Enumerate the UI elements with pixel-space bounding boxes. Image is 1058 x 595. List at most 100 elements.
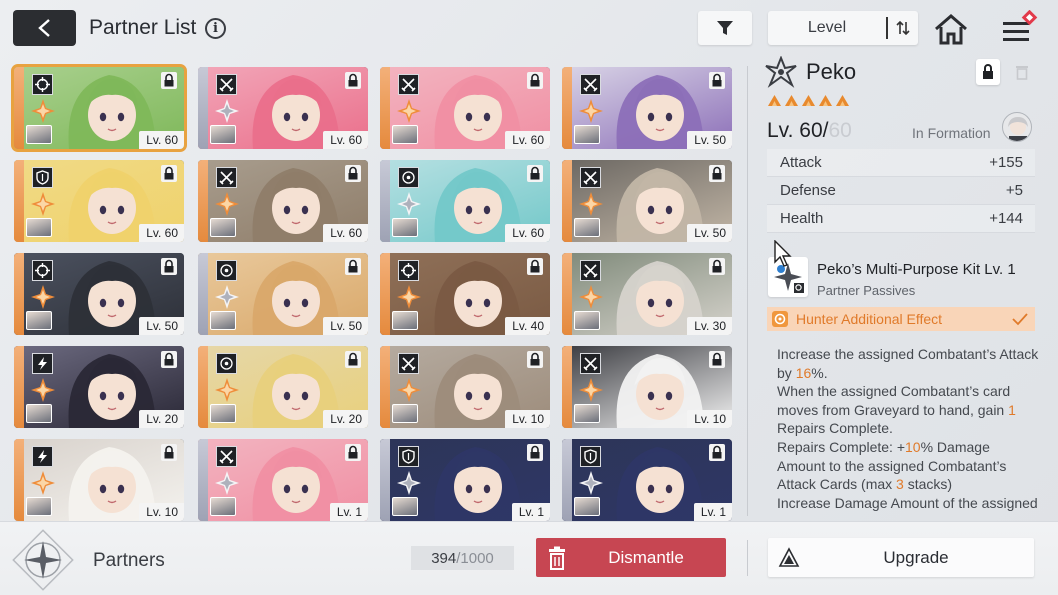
- rarity-strip: [562, 439, 572, 521]
- assigned-combatant-avatar: [210, 125, 236, 144]
- partner-card[interactable]: Lv. 60: [14, 160, 184, 242]
- partner-card[interactable]: Lv. 10: [562, 346, 732, 428]
- rank-star-icon: [30, 98, 56, 124]
- lock-icon[interactable]: [709, 258, 725, 275]
- lock-icon[interactable]: [345, 72, 361, 89]
- lock-icon[interactable]: [161, 165, 177, 182]
- partner-card[interactable]: Lv. 60: [198, 67, 368, 149]
- lock-icon[interactable]: [709, 165, 725, 182]
- rarity-strip: [380, 346, 390, 428]
- rarity-stars: [767, 94, 850, 107]
- sort-order-icon[interactable]: [886, 17, 918, 39]
- partner-level-badge: Lv. 50: [687, 224, 732, 242]
- rarity-strip: [14, 160, 24, 242]
- partner-level-badge: Lv. 10: [687, 410, 732, 428]
- hunter-effect-icon: [772, 311, 788, 327]
- partner-level-badge: Lv. 40: [505, 317, 550, 335]
- rarity-strip: [198, 67, 208, 149]
- rarity-star-icon: [835, 94, 850, 107]
- partner-card[interactable]: Lv. 50: [562, 67, 732, 149]
- passive-skill[interactable]: Peko’s Multi-Purpose Kit Lv. 1 Partner P…: [768, 254, 1036, 300]
- lock-icon[interactable]: [161, 258, 177, 275]
- partner-card[interactable]: Lv. 50: [14, 253, 184, 335]
- assigned-combatant-avatar: [26, 404, 52, 423]
- partner-card[interactable]: Lv. 60: [11, 64, 187, 152]
- dismantle-label: Dismantle: [608, 547, 684, 567]
- partner-card[interactable]: Lv. 40: [380, 253, 550, 335]
- info-icon[interactable]: i: [205, 18, 226, 39]
- partner-level: Lv. 60/60: [767, 119, 852, 143]
- rank-star-icon: [214, 377, 240, 403]
- partner-level-badge: Lv. 1: [693, 503, 732, 521]
- hunter-effect-bar[interactable]: Hunter Additional Effect: [767, 307, 1035, 331]
- swords-icon: [580, 167, 601, 188]
- assigned-combatant-avatar: [574, 218, 600, 237]
- lock-icon[interactable]: [345, 351, 361, 368]
- rank-star-icon: [578, 284, 604, 310]
- partner-name: Peko: [806, 59, 857, 84]
- lock-icon[interactable]: [161, 72, 177, 89]
- lock-icon[interactable]: [709, 444, 725, 461]
- swords-icon: [398, 74, 419, 95]
- lock-icon[interactable]: [527, 444, 543, 461]
- partner-card[interactable]: Lv. 60: [380, 67, 550, 149]
- target-icon: [398, 167, 419, 188]
- partner-card[interactable]: Lv. 30: [562, 253, 732, 335]
- partner-card[interactable]: Lv. 60: [380, 160, 550, 242]
- lock-icon[interactable]: [345, 165, 361, 182]
- dismantle-button[interactable]: Dismantle: [536, 538, 726, 577]
- trash-button[interactable]: [1010, 59, 1034, 85]
- desc-value: 16: [795, 364, 812, 381]
- rank-star-icon: [396, 284, 422, 310]
- passive-name: Peko’s Multi-Purpose Kit Lv. 1: [817, 261, 1016, 278]
- stat-row: Defense +5: [767, 177, 1035, 205]
- lock-icon[interactable]: [709, 72, 725, 89]
- sort-dropdown[interactable]: Level: [768, 11, 918, 45]
- desc-value: 1: [1008, 401, 1016, 418]
- lock-icon[interactable]: [161, 351, 177, 368]
- partner-card[interactable]: Lv. 1: [380, 439, 550, 521]
- lock-icon[interactable]: [709, 351, 725, 368]
- partner-card[interactable]: Lv. 10: [14, 439, 184, 521]
- partner-card[interactable]: Lv. 1: [562, 439, 732, 521]
- partner-card[interactable]: Lv. 20: [198, 346, 368, 428]
- partner-count: 394 / 1000: [411, 546, 514, 570]
- count-max: 1000: [460, 549, 494, 567]
- upgrade-button[interactable]: Upgrade: [768, 538, 1034, 577]
- lock-icon[interactable]: [161, 444, 177, 461]
- swords-icon: [216, 167, 237, 188]
- level-current: Lv. 60/: [767, 119, 829, 142]
- rarity-strip: [198, 439, 208, 521]
- assigned-combatant-avatar: [26, 218, 52, 237]
- bottom-divider: [747, 540, 748, 576]
- menu-icon[interactable]: [998, 10, 1038, 48]
- lock-icon[interactable]: [527, 258, 543, 275]
- partner-card[interactable]: Lv. 1: [198, 439, 368, 521]
- lock-icon[interactable]: [527, 72, 543, 89]
- lock-icon[interactable]: [527, 165, 543, 182]
- lock-button[interactable]: [976, 59, 1000, 85]
- partner-card[interactable]: Lv. 10: [380, 346, 550, 428]
- lock-icon[interactable]: [345, 258, 361, 275]
- partner-level-badge: Lv. 30: [687, 317, 732, 335]
- home-icon[interactable]: [932, 12, 970, 46]
- partner-card[interactable]: Lv. 50: [198, 253, 368, 335]
- formation-avatar[interactable]: [1002, 112, 1032, 142]
- partner-level-badge: Lv. 20: [323, 410, 368, 428]
- lock-icon[interactable]: [345, 444, 361, 461]
- partner-card[interactable]: Lv. 50: [562, 160, 732, 242]
- filter-button[interactable]: [698, 11, 752, 45]
- back-arrow-icon: [37, 19, 50, 37]
- partner-card[interactable]: Lv. 60: [198, 160, 368, 242]
- rarity-strip: [198, 160, 208, 242]
- target-icon: [216, 353, 237, 374]
- rank-star-icon: [30, 470, 56, 496]
- desc-value: 10: [905, 438, 921, 455]
- rank-star-icon: [214, 191, 240, 217]
- swords-icon: [216, 74, 237, 95]
- lock-icon[interactable]: [527, 351, 543, 368]
- check-icon: [1012, 313, 1028, 326]
- partner-card[interactable]: Lv. 20: [14, 346, 184, 428]
- assigned-combatant-avatar: [574, 404, 600, 423]
- back-button[interactable]: [13, 10, 76, 46]
